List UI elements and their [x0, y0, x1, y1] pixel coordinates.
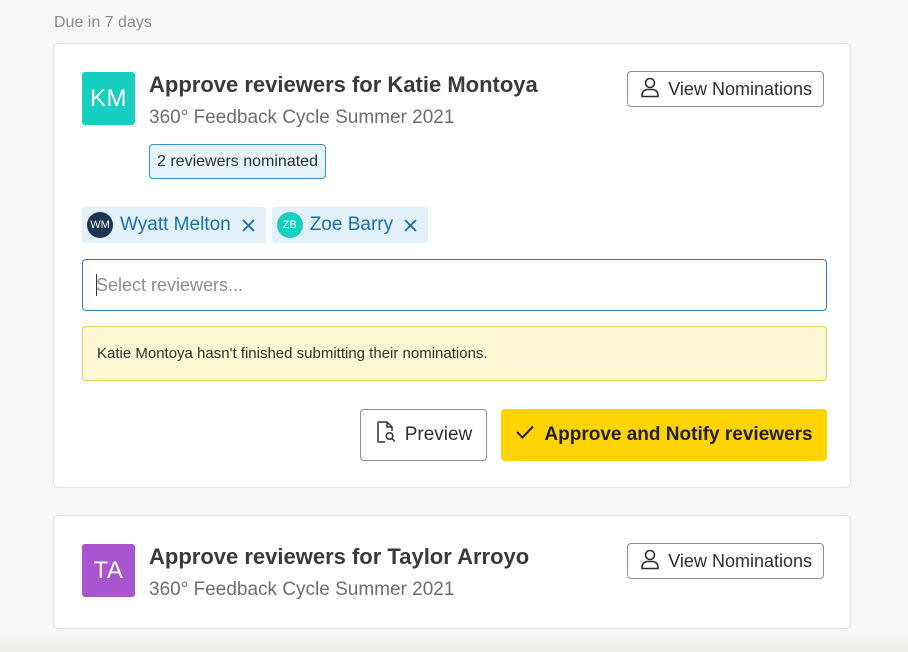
user-icon	[640, 76, 660, 103]
reviewer-chip: WM Wyatt Melton	[82, 207, 266, 243]
check-icon	[515, 424, 535, 446]
preview-label: Preview	[404, 424, 473, 445]
preview-button[interactable]: Preview	[360, 409, 487, 461]
card-subtitle: 360° Feedback Cycle Summer 2021	[149, 579, 455, 600]
nominations-warning: Katie Montoya hasn't finished submitting…	[82, 326, 827, 381]
reviewer-name: Zoe Barry	[309, 214, 394, 235]
select-reviewers-input[interactable]	[82, 259, 827, 311]
view-nominations-button[interactable]: View Nominations	[627, 71, 824, 107]
reviewers-nominated-badge: 2 reviewers nominated	[149, 144, 326, 179]
view-nominations-label: View Nominations	[668, 78, 812, 99]
view-nominations-button[interactable]: View Nominations	[627, 543, 824, 579]
card-title: Approve reviewers for Katie Montoya	[149, 72, 538, 97]
view-nominations-label: View Nominations	[668, 550, 812, 571]
document-search-icon	[375, 420, 397, 450]
reviewer-name: Wyatt Melton	[120, 214, 231, 235]
selected-reviewers: WM Wyatt Melton ZB Zoe Barry	[82, 207, 429, 243]
card-subtitle: 360° Feedback Cycle Summer 2021	[149, 107, 455, 128]
approve-and-notify-button[interactable]: Approve and Notify reviewers	[501, 409, 827, 461]
warning-text: Katie Montoya hasn't finished submitting…	[97, 345, 488, 362]
reviewer-avatar: ZB	[276, 212, 303, 238]
reviewer-avatar: WM	[87, 212, 113, 238]
card-title: Approve reviewers for Taylor Arroyo	[149, 544, 530, 569]
approve-label: Approve and Notify reviewers	[544, 424, 813, 445]
remove-reviewer-close-icon[interactable]	[241, 218, 256, 233]
page-bottom-shade	[0, 632, 908, 652]
reviewer-chip: ZB Zoe Barry	[271, 207, 429, 243]
remove-reviewer-close-icon[interactable]	[403, 218, 418, 233]
avatar: TA	[82, 544, 135, 597]
section-label: Due in 7 days	[54, 14, 152, 31]
user-icon	[640, 548, 660, 575]
text-cursor	[96, 274, 97, 296]
approval-card-taylor-arroyo: TA Approve reviewers for Taylor Arroyo 3…	[53, 515, 851, 629]
avatar: KM	[82, 72, 135, 125]
approval-card-katie-montoya: KM Approve reviewers for Katie Montoya 3…	[53, 43, 851, 488]
